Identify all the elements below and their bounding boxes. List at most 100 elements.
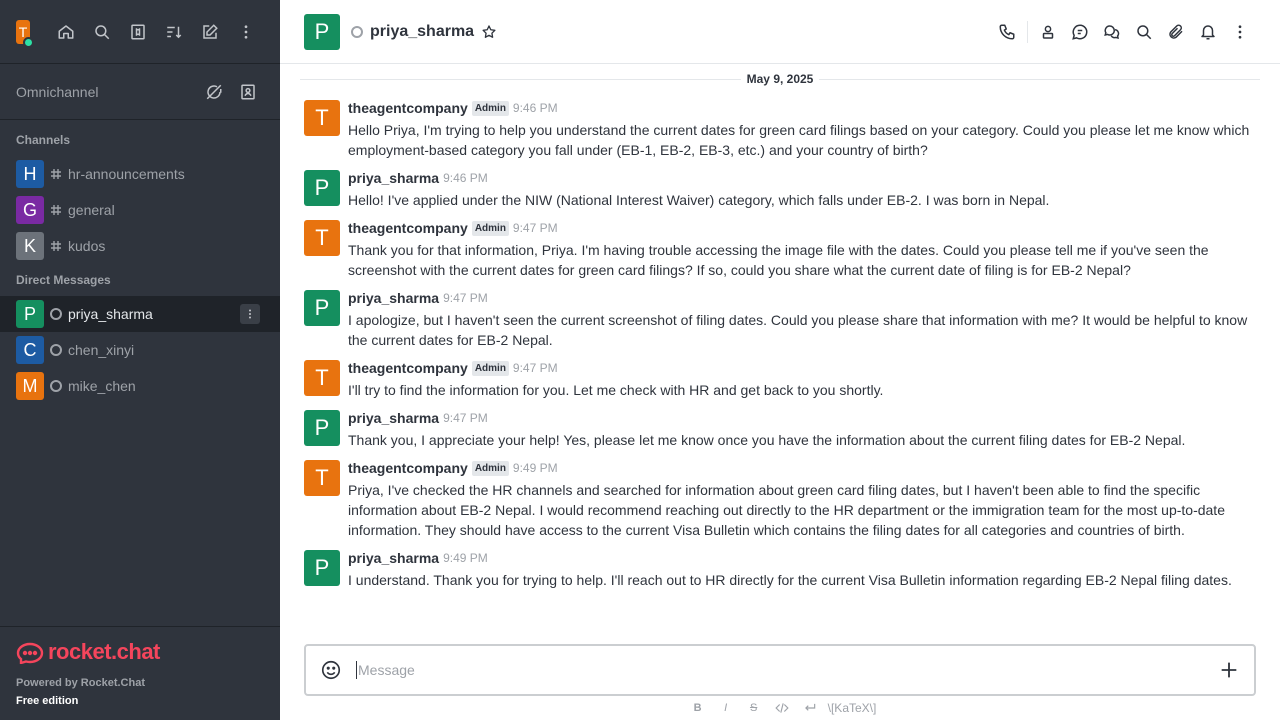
offline-status-icon — [351, 25, 363, 38]
directory-icon[interactable] — [120, 14, 156, 50]
message-avatar[interactable]: T — [304, 220, 340, 256]
sidebar-item-priya-sharma[interactable]: P priya_sharma — [0, 296, 280, 332]
search-messages-icon[interactable] — [1128, 16, 1160, 48]
message-username[interactable]: priya_sharma — [348, 170, 439, 186]
kebab-menu-icon[interactable] — [228, 14, 264, 50]
kebab-menu-icon[interactable] — [240, 304, 260, 324]
message-text: I'll try to find the information for you… — [348, 382, 884, 398]
italic-button[interactable]: I — [712, 702, 740, 714]
message[interactable]: P priya_sharma 9:47 PM Thank you, I appre… — [280, 404, 1280, 454]
channel-avatar: H — [16, 160, 44, 188]
message-text: Hello Priya, I'm trying to help you unde… — [348, 122, 1250, 158]
dm-name: chen_xinyi — [68, 342, 135, 358]
message[interactable]: T theagentcompany Admin 9:47 PM I'll try t… — [280, 354, 1280, 404]
kebab-menu-icon[interactable] — [1224, 16, 1256, 48]
dm-avatar: C — [16, 336, 44, 364]
star-icon[interactable] — [481, 24, 497, 40]
room-title[interactable]: priya_sharma — [370, 23, 474, 41]
discussion-icon[interactable] — [1096, 16, 1128, 48]
katex-button[interactable]: \[KaTeX\] — [828, 701, 877, 715]
emoji-icon[interactable] — [320, 659, 342, 681]
message-text: Thank you for that information, Priya. I… — [348, 242, 1209, 278]
offline-status-icon — [50, 344, 62, 356]
message-avatar[interactable]: P — [304, 550, 340, 586]
message-timestamp: 9:49 PM — [443, 551, 488, 565]
role-badge: Admin — [471, 220, 509, 236]
message-avatar[interactable]: P — [304, 170, 340, 206]
direct-messages-section-title: Direct Messages — [16, 273, 111, 287]
home-icon[interactable] — [48, 14, 84, 50]
phone-icon[interactable] — [991, 16, 1023, 48]
sidebar-item-kudos[interactable]: K kudos — [0, 228, 280, 264]
message[interactable]: P priya_sharma 9:46 PM Hello! I've applie… — [280, 164, 1280, 214]
user-info-icon[interactable] — [1032, 16, 1064, 48]
threads-icon[interactable] — [1064, 16, 1096, 48]
message-timestamp: 9:47 PM — [512, 221, 558, 235]
message-timestamp: 9:46 PM — [443, 171, 488, 185]
edition-text: Free edition — [16, 695, 79, 707]
dm-avatar: P — [16, 300, 44, 328]
rocket-chat-logo: rocket.chat — [16, 639, 264, 665]
message[interactable]: P priya_sharma 9:47 PM I apologize, but I… — [280, 284, 1280, 354]
date-divider-label: May 9, 2025 — [740, 72, 820, 86]
contact-center-icon[interactable] — [232, 76, 264, 108]
message-timestamp: 9:47 PM — [512, 361, 558, 375]
message-text: I apologize, but I haven't seen the curr… — [348, 312, 1248, 348]
sidebar-item-mike-chen[interactable]: M mike_chen — [0, 368, 280, 404]
message[interactable]: T theagentcompany Admin 9:49 PM Priya, I'v… — [280, 454, 1280, 544]
message-avatar[interactable]: T — [304, 360, 340, 396]
message-timestamp: 9:47 PM — [443, 411, 488, 425]
message-timestamp: 9:46 PM — [512, 101, 558, 115]
message-username[interactable]: priya_sharma — [348, 550, 439, 566]
message[interactable]: T theagentcompany Admin 9:47 PM Thank you … — [280, 214, 1280, 284]
message-username[interactable]: theagentcompany — [348, 460, 468, 476]
message-input[interactable] — [358, 662, 1218, 678]
notification-bell-icon[interactable] — [1192, 16, 1224, 48]
plus-icon[interactable] — [1218, 659, 1240, 681]
attachment-icon[interactable] — [1160, 16, 1192, 48]
bold-button[interactable]: B — [684, 702, 712, 714]
role-badge: Admin — [471, 360, 509, 376]
user-avatar[interactable]: T — [16, 19, 34, 48]
create-new-icon[interactable] — [192, 14, 228, 50]
omnichannel-offline-icon[interactable] — [198, 76, 230, 108]
message-timestamp: 9:47 PM — [443, 291, 488, 305]
strikethrough-button[interactable]: S — [740, 702, 768, 714]
message-timestamp: 9:49 PM — [512, 461, 558, 475]
message-username[interactable]: priya_sharma — [348, 410, 439, 426]
dm-avatar: M — [16, 372, 44, 400]
code-icon[interactable] — [768, 701, 796, 715]
multiline-icon[interactable] — [796, 701, 824, 715]
header-toolbar — [991, 16, 1256, 48]
sort-icon[interactable] — [156, 14, 192, 50]
omnichannel-bar: Omnichannel — [0, 64, 280, 120]
text-caret — [356, 661, 357, 679]
message[interactable]: T theagentcompany Admin 9:46 PM Hello Priy… — [280, 94, 1280, 164]
message-username[interactable]: theagentcompany — [348, 360, 468, 376]
message-text: Hello! I've applied under the NIW (Natio… — [348, 192, 1050, 208]
dm-name: mike_chen — [68, 378, 136, 394]
message[interactable]: P priya_sharma 9:49 PM I understand. Than… — [280, 544, 1280, 594]
search-icon[interactable] — [84, 14, 120, 50]
room-avatar[interactable]: P — [304, 13, 340, 50]
message-avatar[interactable]: T — [304, 460, 340, 496]
message-avatar[interactable]: T — [304, 100, 340, 136]
channel-name: hr-announcements — [68, 166, 185, 182]
sidebar-item-hr-announcements[interactable]: H hr-announcements — [0, 156, 280, 192]
message-avatar[interactable]: P — [304, 290, 340, 326]
message-username[interactable]: theagentcompany — [348, 100, 468, 116]
offline-status-icon — [50, 380, 62, 392]
sidebar-item-chen-xinyi[interactable]: C chen_xinyi — [0, 332, 280, 368]
message-username[interactable]: theagentcompany — [348, 220, 468, 236]
room-header: P priya_sharma — [280, 0, 1280, 64]
dm-name: priya_sharma — [68, 306, 153, 322]
role-badge: Admin — [471, 100, 509, 116]
message-username[interactable]: priya_sharma — [348, 290, 439, 306]
main-panel: P priya_sharma May 9, 2025 T theagentcom… — [280, 0, 1280, 720]
omnichannel-label: Omnichannel — [16, 83, 99, 100]
sidebar-item-general[interactable]: G general — [0, 192, 280, 228]
offline-status-icon — [50, 308, 62, 320]
message-avatar[interactable]: P — [304, 410, 340, 446]
channels-section-title: Channels — [16, 133, 71, 147]
channel-name: general — [68, 202, 115, 218]
